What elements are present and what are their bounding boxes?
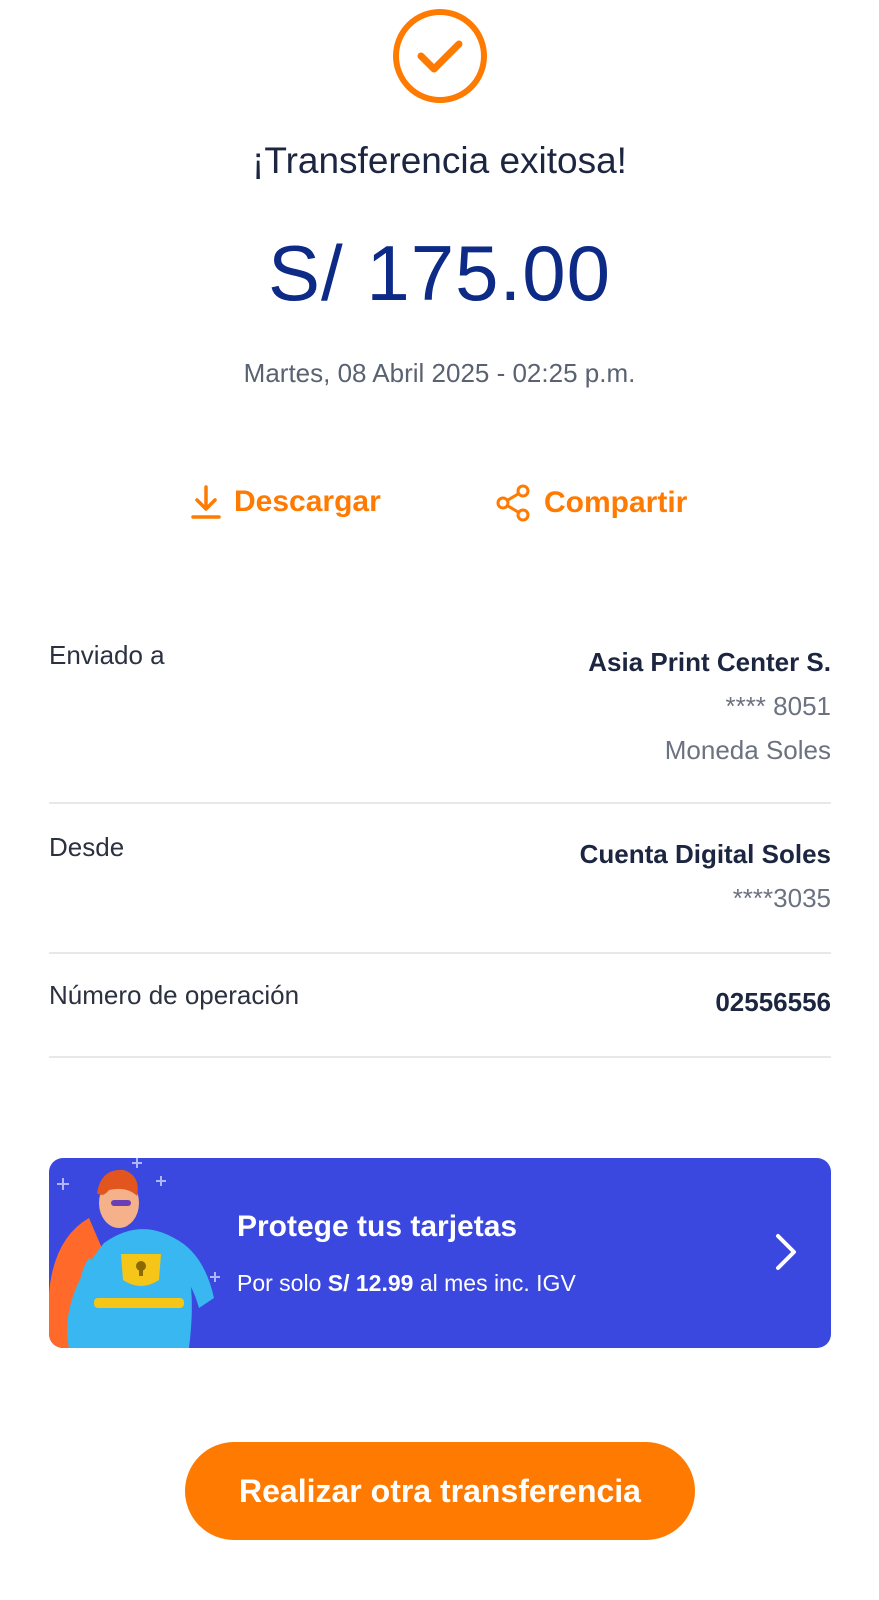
- promo-subtitle-suffix: al mes inc. IGV: [413, 1270, 576, 1296]
- share-label: Compartir: [544, 486, 688, 519]
- from-label: Desde: [49, 832, 125, 862]
- download-label: Descargar: [234, 485, 381, 518]
- download-icon: [191, 485, 221, 519]
- chevron-right-icon: [776, 1234, 796, 1270]
- sent-to-values: Asia Print Center S. **** 8051 Moneda So…: [588, 640, 831, 772]
- source-account-number: ****3035: [732, 883, 831, 913]
- operation-values: 02556556: [715, 980, 831, 1024]
- transfer-amount: S/ 175.00: [268, 229, 611, 317]
- share-button[interactable]: Compartir: [494, 484, 687, 522]
- promo-subtitle: Por solo S/ 12.99 al mes inc. IGV: [237, 1270, 576, 1297]
- detail-row-operation: Número de operación 02556556: [49, 980, 831, 1058]
- new-transfer-button[interactable]: Realizar otra transferencia: [185, 1442, 695, 1540]
- source-account-name: Cuenta Digital Soles: [579, 839, 831, 869]
- transfer-datetime: Martes, 08 Abril 2025 - 02:25 p.m.: [243, 358, 636, 388]
- promo-price: S/ 12.99: [327, 1270, 414, 1296]
- transfer-receipt-screen: ¡Transferencia exitosa! S/ 175.00 Martes…: [0, 0, 879, 1600]
- share-icon: [496, 484, 530, 522]
- recipient-currency: Moneda Soles: [664, 735, 831, 765]
- promo-title: Protege tus tarjetas: [237, 1210, 518, 1243]
- protect-cards-banner[interactable]: Protege tus tarjetas Por solo S/ 12.99 a…: [49, 1158, 831, 1348]
- from-values: Cuenta Digital Soles ****3035: [580, 832, 831, 920]
- recipient-name: Asia Print Center S.: [588, 647, 831, 677]
- download-button[interactable]: Descargar: [190, 484, 381, 520]
- sent-to-label: Enviado a: [49, 640, 165, 670]
- check-circle-icon: [393, 9, 487, 103]
- superhero-illustration: [49, 1158, 220, 1348]
- promo-subtitle-prefix: Por solo: [237, 1270, 328, 1296]
- operation-label: Número de operación: [49, 980, 300, 1010]
- recipient-account: **** 8051: [725, 691, 831, 721]
- page-title: ¡Transferencia exitosa!: [252, 140, 627, 181]
- operation-number: 02556556: [715, 987, 831, 1017]
- detail-row-sent-to: Enviado a Asia Print Center S. **** 8051…: [49, 640, 831, 804]
- detail-row-from: Desde Cuenta Digital Soles ****3035: [49, 832, 831, 954]
